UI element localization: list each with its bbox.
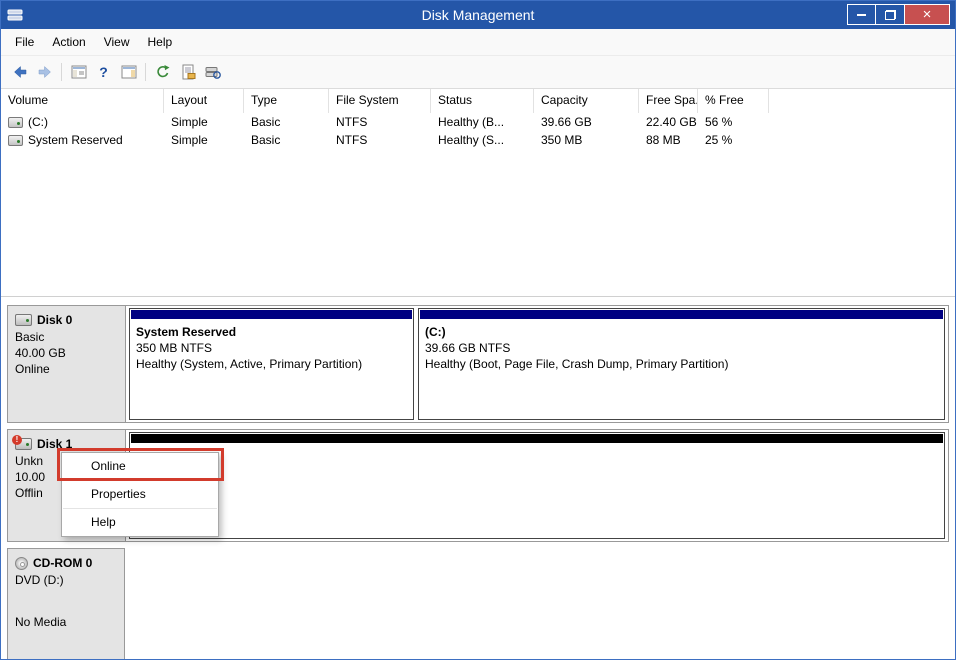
capacity-cell: 350 MB — [534, 131, 639, 149]
disk-0-regions: System Reserved 350 MB NTFS Healthy (Sys… — [126, 306, 948, 422]
context-menu-item-online[interactable]: Online — [62, 453, 218, 480]
percent-free-cell: 25 % — [698, 131, 769, 149]
toolbar: ? — [1, 56, 955, 89]
column-header-capacity[interactable]: Capacity — [534, 89, 639, 113]
column-header-status[interactable]: Status — [431, 89, 534, 113]
cdrom-0-label[interactable]: CD-ROM 0 DVD (D:) No Media — [7, 548, 125, 660]
rescan-disks-icon[interactable] — [200, 60, 225, 85]
volume-row-c[interactable]: (C:) Simple Basic NTFS Healthy (B... 39.… — [1, 113, 955, 131]
partition-color-bar — [420, 310, 943, 319]
minimize-button[interactable] — [847, 4, 876, 25]
free-space-cell: 22.40 GB — [639, 113, 698, 131]
layout-cell: Simple — [164, 113, 244, 131]
file-system-cell: NTFS — [329, 131, 431, 149]
show-action-pane-icon[interactable] — [116, 60, 141, 85]
window-controls: × — [847, 4, 950, 25]
partition-size: 39.66 GB NTFS — [425, 340, 938, 356]
back-icon[interactable] — [7, 60, 32, 85]
toolbar-separator — [145, 63, 146, 81]
restore-icon — [885, 10, 896, 20]
partition-size: 350 MB NTFS — [136, 340, 407, 356]
column-header-layout[interactable]: Layout — [164, 89, 244, 113]
type-cell: Basic — [244, 131, 329, 149]
disk-1-regions — [126, 430, 948, 541]
cdrom-0-regions — [125, 548, 949, 660]
disk-status: Online — [15, 361, 118, 377]
window-title: Disk Management — [1, 7, 955, 23]
disk-0-row: Disk 0 Basic 40.00 GB Online System Rese… — [7, 305, 949, 423]
volume-icon — [8, 135, 23, 146]
refresh-icon[interactable] — [150, 60, 175, 85]
volume-name-cell: System Reserved — [1, 131, 164, 149]
status-cell: Healthy (B... — [431, 113, 534, 131]
column-header-free-space[interactable]: Free Spa... — [639, 89, 698, 113]
disk-0-label[interactable]: Disk 0 Basic 40.00 GB Online — [8, 306, 126, 422]
menu-file[interactable]: File — [6, 30, 43, 54]
disk-type: Basic — [15, 329, 118, 345]
toolbar-separator — [61, 63, 62, 81]
disk-name: Disk 0 — [37, 312, 72, 328]
menu-view[interactable]: View — [95, 30, 139, 54]
forward-icon[interactable] — [32, 60, 57, 85]
context-menu-item-help[interactable]: Help — [62, 509, 218, 536]
percent-free-cell: 56 % — [698, 113, 769, 131]
menu-bar: File Action View Help — [1, 29, 955, 56]
file-system-cell: NTFS — [329, 113, 431, 131]
disk-type: DVD (D:) — [15, 572, 117, 588]
partition-system-reserved[interactable]: System Reserved 350 MB NTFS Healthy (Sys… — [129, 308, 414, 420]
volume-name-cell: (C:) — [1, 113, 164, 131]
partition-title: (C:) — [425, 324, 938, 340]
partition-status: Healthy (System, Active, Primary Partiti… — [136, 356, 407, 372]
volume-row-system-reserved[interactable]: System Reserved Simple Basic NTFS Health… — [1, 131, 955, 149]
disk-name: CD-ROM 0 — [33, 555, 92, 571]
partition-c[interactable]: (C:) 39.66 GB NTFS Healthy (Boot, Page F… — [418, 308, 945, 420]
unallocated-color-bar — [131, 434, 943, 443]
help-icon[interactable]: ? — [91, 60, 116, 85]
partition-status: Healthy (Boot, Page File, Crash Dump, Pr… — [425, 356, 938, 372]
unallocated-region[interactable] — [129, 432, 945, 539]
disk-management-window: Disk Management × File Action View Help … — [0, 0, 956, 660]
column-header-type[interactable]: Type — [244, 89, 329, 113]
free-space-cell: 88 MB — [639, 131, 698, 149]
partition-title: System Reserved — [136, 324, 407, 340]
capacity-cell: 39.66 GB — [534, 113, 639, 131]
minimize-icon — [857, 14, 866, 16]
type-cell: Basic — [244, 113, 329, 131]
column-header-percent-free[interactable]: % Free — [698, 89, 769, 113]
volume-list-header: Volume Layout Type File System Status Ca… — [1, 89, 955, 113]
partition-color-bar — [131, 310, 412, 319]
titlebar: Disk Management × — [1, 1, 955, 29]
cdrom-icon — [15, 557, 28, 570]
disk-status: No Media — [15, 614, 117, 630]
disk-size: 40.00 GB — [15, 345, 118, 361]
disk-context-menu: Online Properties Help — [61, 452, 219, 537]
disk-properties-icon[interactable] — [175, 60, 200, 85]
close-button[interactable]: × — [905, 4, 950, 25]
column-header-volume[interactable]: Volume — [1, 89, 164, 113]
layout-cell: Simple — [164, 131, 244, 149]
menu-action[interactable]: Action — [43, 30, 94, 54]
offline-disk-icon — [15, 438, 32, 450]
context-menu-item-properties[interactable]: Properties — [62, 481, 218, 508]
disk-icon — [15, 314, 32, 326]
show-console-tree-icon[interactable] — [66, 60, 91, 85]
maximize-button[interactable] — [876, 4, 905, 25]
cdrom-0-row: CD-ROM 0 DVD (D:) No Media — [7, 548, 949, 660]
volume-list: Volume Layout Type File System Status Ca… — [1, 89, 955, 297]
volume-icon — [8, 117, 23, 128]
column-header-filler — [769, 89, 955, 113]
status-cell: Healthy (S... — [431, 131, 534, 149]
menu-help[interactable]: Help — [139, 30, 182, 54]
disk-name: Disk 1 — [37, 436, 72, 452]
close-icon: × — [923, 7, 932, 22]
column-header-file-system[interactable]: File System — [329, 89, 431, 113]
